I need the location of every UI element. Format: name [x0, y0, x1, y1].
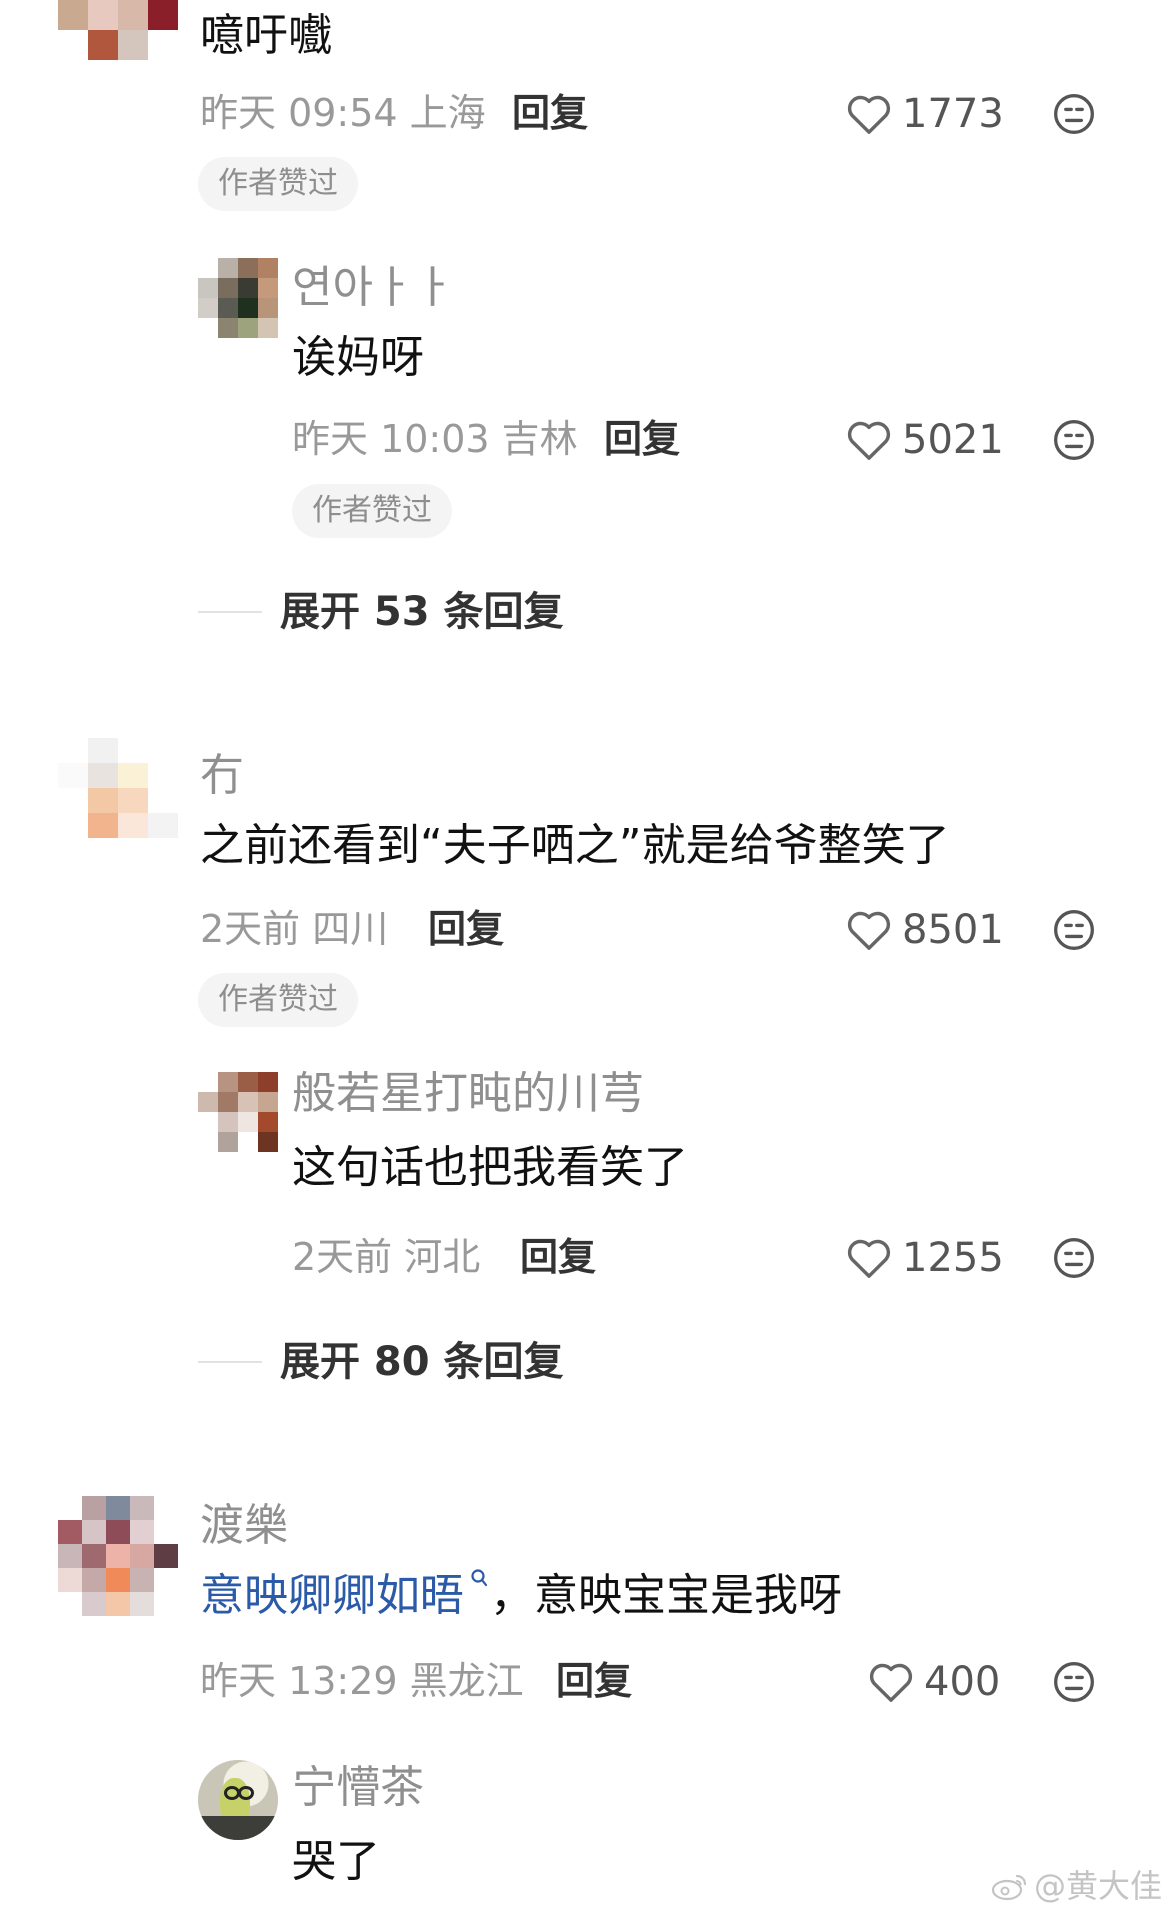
expand-replies-button[interactable]: 展开 53 条回复	[198, 592, 564, 632]
like-button[interactable]: 8501	[846, 906, 1004, 954]
heart-outline-icon	[847, 1239, 891, 1278]
reply-meta: 2天前 河北	[292, 1235, 481, 1279]
reply-meta: 昨天 10:03 吉林	[292, 417, 578, 461]
reply-text: 这句话也把我看笑了	[292, 1142, 688, 1193]
username[interactable]: 연아ㅏㅏ	[292, 266, 454, 310]
comment-meta: 2天前 四川	[200, 907, 389, 951]
like-button[interactable]: 400	[868, 1658, 1000, 1706]
like-button[interactable]: 5021	[846, 416, 1004, 464]
heart-outline-icon	[847, 421, 891, 460]
avatar[interactable]	[198, 1072, 278, 1152]
reply-button[interactable]: 回复	[556, 1662, 632, 1700]
reply-text: 诶妈呀	[292, 332, 424, 383]
heart-outline-icon	[847, 911, 891, 950]
face-emoji-icon[interactable]	[1052, 908, 1096, 952]
avatar[interactable]	[198, 1760, 278, 1840]
like-count: 400	[924, 1659, 1001, 1705]
expand-replies-label: 展开 53 条回复	[280, 589, 564, 635]
reply-button[interactable]: 回复	[512, 94, 588, 132]
comment-text: 意映卿卿如晤 ，意映宝宝是我呀	[200, 1569, 842, 1618]
like-button[interactable]: 1255	[846, 1234, 1004, 1282]
like-count: 5021	[902, 417, 1004, 463]
author-liked-badge: 作者赞过	[198, 157, 358, 211]
comment-meta: 昨天 13:29 黑龙江	[200, 1659, 524, 1703]
comment-meta: 昨天 09:54 上海	[200, 91, 486, 135]
watermark-text: @黄大佳	[1034, 1867, 1163, 1905]
mention-link[interactable]: 意映卿卿如晤	[200, 1570, 464, 1621]
like-count: 1255	[902, 1235, 1004, 1281]
like-button[interactable]: 1773	[846, 90, 1004, 138]
like-count: 1773	[902, 91, 1004, 137]
avatar[interactable]	[58, 0, 178, 60]
divider	[198, 1361, 262, 1363]
comment-text: 之前还看到“夫子哂之”就是给爷整笑了	[200, 820, 950, 871]
face-emoji-icon[interactable]	[1052, 1236, 1096, 1280]
expand-replies-label: 展开 80 条回复	[280, 1339, 564, 1385]
username[interactable]: 般若星打盹的川芎	[292, 1072, 644, 1116]
weibo-logo-icon	[991, 1874, 1027, 1901]
reply-button[interactable]: 回复	[428, 910, 504, 948]
reply-text: 哭了	[292, 1836, 380, 1887]
face-emoji-icon[interactable]	[1052, 418, 1096, 462]
divider	[198, 611, 262, 613]
username[interactable]: 渡樂	[200, 1504, 288, 1548]
heart-outline-icon	[869, 1663, 913, 1702]
reply-button[interactable]: 回复	[604, 420, 680, 458]
expand-replies-button[interactable]: 展开 80 条回复	[198, 1342, 564, 1382]
face-emoji-icon[interactable]	[1052, 1660, 1096, 1704]
comment-text: 噫吁嚱	[200, 10, 332, 61]
avatar[interactable]	[198, 258, 278, 338]
avatar[interactable]	[58, 1496, 178, 1616]
comment-text-rest: ，意映宝宝是我呀	[490, 1570, 842, 1621]
watermark: @黄大佳	[990, 1870, 1162, 1902]
heart-outline-icon	[847, 95, 891, 134]
author-liked-badge: 作者赞过	[292, 484, 452, 538]
like-count: 8501	[902, 907, 1004, 953]
search-icon[interactable]	[470, 1568, 490, 1590]
reply-button[interactable]: 回复	[520, 1238, 596, 1276]
face-emoji-icon[interactable]	[1052, 92, 1096, 136]
avatar[interactable]	[58, 738, 178, 838]
username[interactable]: 冇	[200, 754, 244, 798]
author-liked-badge: 作者赞过	[198, 973, 358, 1027]
username[interactable]: 宁懵茶	[292, 1766, 424, 1810]
